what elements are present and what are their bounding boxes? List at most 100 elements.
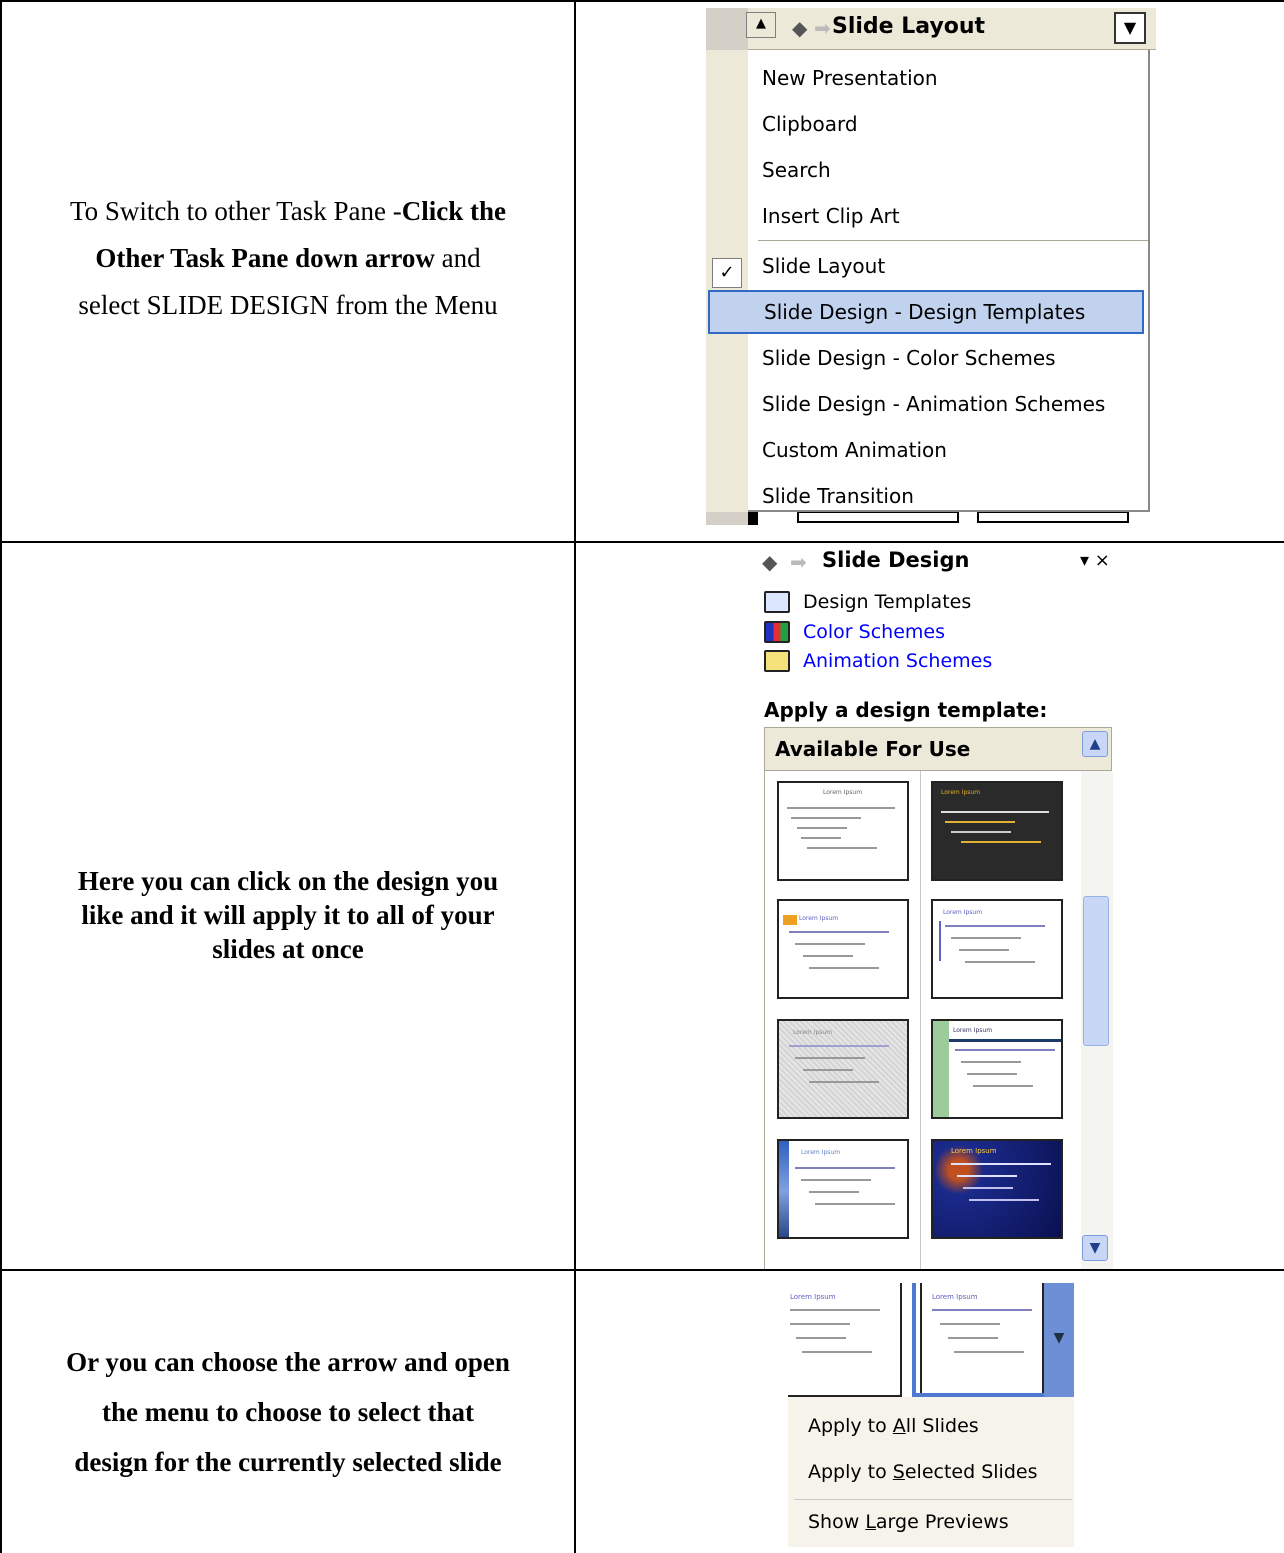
- row1-text-bold-2: Other Task Pane down arrow: [95, 243, 435, 273]
- menu-label-pre: Show: [808, 1511, 866, 1533]
- text-line: [802, 1351, 872, 1353]
- text-line: [973, 1085, 1033, 1087]
- apply-template-menu: Apply to All Slides Apply to Selected Sl…: [788, 1397, 1074, 1547]
- template-list-scrollbar[interactable]: [1081, 771, 1113, 1269]
- text-line: [801, 837, 841, 839]
- text-line: [959, 949, 1009, 951]
- text-line: [801, 1179, 871, 1181]
- template-thumbnail[interactable]: Lorem Ipsum: [777, 899, 909, 999]
- menu-item-insert-clip-art[interactable]: Insert Clip Art: [748, 194, 1148, 238]
- menu-item-clipboard[interactable]: Clipboard: [748, 102, 1148, 146]
- menu-item-apply-to-all-slides[interactable]: Apply to All Slides: [808, 1415, 979, 1437]
- task-pane-menu: New Presentation Clipboard Search Insert…: [706, 50, 1150, 512]
- template-thumbnail[interactable]: Lorem Ipsum: [777, 1019, 909, 1119]
- row1-text-pre: To Switch to other Task Pane -: [70, 196, 402, 226]
- text-line: [955, 1049, 1055, 1051]
- text-line: [797, 827, 847, 829]
- menu-item-slide-design-animation-schemes[interactable]: Slide Design - Animation Schemes: [748, 382, 1148, 426]
- forward-arrow-icon[interactable]: ➡: [814, 16, 831, 40]
- menu-item-slide-design-color-schemes[interactable]: Slide Design - Color Schemes: [748, 336, 1148, 380]
- text-line: [945, 925, 1045, 927]
- text-line: [795, 1057, 865, 1059]
- other-task-panes-dropdown-button[interactable]: ▼: [1114, 12, 1146, 44]
- checkmark-icon: ✓: [712, 258, 742, 288]
- menu-item-new-presentation[interactable]: New Presentation: [748, 56, 1148, 100]
- text-line: [951, 937, 1021, 939]
- text-line: [789, 1045, 889, 1047]
- template-dropdown-arrow-button[interactable]: ▼: [1044, 1283, 1074, 1397]
- back-arrow-icon[interactable]: ◆: [792, 16, 807, 40]
- thumbnail-title: Lorem Ipsum: [823, 789, 863, 796]
- forward-arrow-icon[interactable]: ➡: [790, 550, 807, 574]
- menu-item-search[interactable]: Search: [748, 148, 1148, 192]
- thumbnail-title: Lorem Ipsum: [793, 1029, 833, 1036]
- text-line: [787, 807, 895, 809]
- template-thumbnail[interactable]: Lorem Ipsum: [931, 781, 1063, 881]
- thumbnail-title: Lorem Ipsum: [941, 789, 981, 796]
- menu-item-slide-design-templates[interactable]: Slide Design - Design Templates: [708, 290, 1144, 334]
- color-schemes-icon: [764, 621, 790, 643]
- menu-label-pre: Apply to: [808, 1415, 893, 1437]
- menu-label-post: arge Previews: [875, 1511, 1009, 1533]
- text-line: [969, 1199, 1039, 1201]
- scroll-down-button[interactable]: ▼: [1082, 1235, 1108, 1261]
- apply-template-menu-screenshot: Lorem Ipsum Lorem Ipsum ▼ Apply to All S…: [788, 1283, 1074, 1547]
- row2-text-line-2: like and it will apply it to all of your: [81, 900, 495, 930]
- template-thumbnail[interactable]: Lorem Ipsum: [931, 1019, 1063, 1119]
- design-template-list: Lorem Ipsum Lorem Ipsum Lorem Ipsum Lore…: [764, 771, 1113, 1269]
- accent-bar: [933, 1021, 949, 1117]
- menu-item-show-large-previews[interactable]: Show Large Previews: [808, 1511, 1009, 1533]
- text-line: [803, 1069, 853, 1071]
- table-column-divider: [574, 0, 576, 1553]
- text-line: [961, 841, 1041, 843]
- row2-text-line-3: slides at once: [212, 934, 364, 964]
- menu-separator: [758, 240, 1148, 241]
- text-line: [957, 1175, 1017, 1177]
- menu-label-post: elected Slides: [904, 1461, 1038, 1483]
- text-line: [815, 1203, 895, 1205]
- text-line: [809, 1081, 879, 1083]
- menu-label-accel: L: [865, 1511, 876, 1533]
- row3-instruction: Or you can choose the arrow and open the…: [2, 1337, 574, 1487]
- menu-label-accel: S: [892, 1461, 905, 1483]
- template-thumbnail[interactable]: Lorem Ipsum: [931, 899, 1063, 999]
- design-templates-icon: [764, 591, 790, 613]
- template-thumbnail[interactable]: Lorem Ipsum: [777, 1139, 909, 1239]
- text-line: [965, 961, 1035, 963]
- text-line: [941, 811, 1049, 813]
- text-line: [967, 1073, 1017, 1075]
- text-line: [961, 1061, 1021, 1063]
- text-line: [809, 967, 879, 969]
- back-arrow-icon[interactable]: ◆: [762, 550, 777, 574]
- scroll-up-button[interactable]: ▲: [746, 12, 776, 38]
- accent-line: [939, 921, 941, 961]
- menu-label-post: ll Slides: [905, 1415, 979, 1437]
- scrollbar-thumb[interactable]: [1083, 896, 1109, 1046]
- text-line: [803, 955, 853, 957]
- scroll-up-button[interactable]: ▲: [1082, 731, 1108, 757]
- row3-text-line-2: the menu to choose to select that: [102, 1397, 474, 1427]
- menu-item-slide-layout[interactable]: Slide Layout: [748, 244, 1148, 288]
- row1-text-post-2: select SLIDE DESIGN from the Menu: [78, 290, 498, 320]
- animation-schemes-icon: [764, 650, 790, 672]
- close-icon[interactable]: ▾ ×: [1080, 550, 1110, 571]
- template-thumbnail[interactable]: Lorem Ipsum: [777, 781, 909, 881]
- table-border-top: [0, 0, 1284, 2]
- text-line: [809, 1191, 859, 1193]
- menu-separator: [794, 1499, 1072, 1500]
- color-schemes-link[interactable]: Color Schemes: [803, 621, 945, 643]
- accent-rule: [949, 1039, 1061, 1042]
- design-templates-link[interactable]: Design Templates: [803, 591, 971, 613]
- row1-instruction: To Switch to other Task Pane -Click the …: [2, 188, 574, 329]
- apply-template-heading: Apply a design template:: [764, 698, 1048, 722]
- text-line: [789, 931, 889, 933]
- accent-bar: [779, 1141, 789, 1237]
- menu-item-custom-animation[interactable]: Custom Animation: [748, 428, 1148, 472]
- text-line: [807, 847, 877, 849]
- thumbnail-title: Lorem Ipsum: [790, 1293, 836, 1301]
- menu-item-apply-to-selected-slides[interactable]: Apply to Selected Slides: [808, 1461, 1037, 1483]
- template-thumbnail[interactable]: Lorem Ipsum: [931, 1139, 1063, 1239]
- pane-title: Slide Design: [822, 548, 970, 572]
- row2-text-line-1: Here you can click on the design you: [77, 866, 499, 896]
- animation-schemes-link[interactable]: Animation Schemes: [803, 650, 992, 672]
